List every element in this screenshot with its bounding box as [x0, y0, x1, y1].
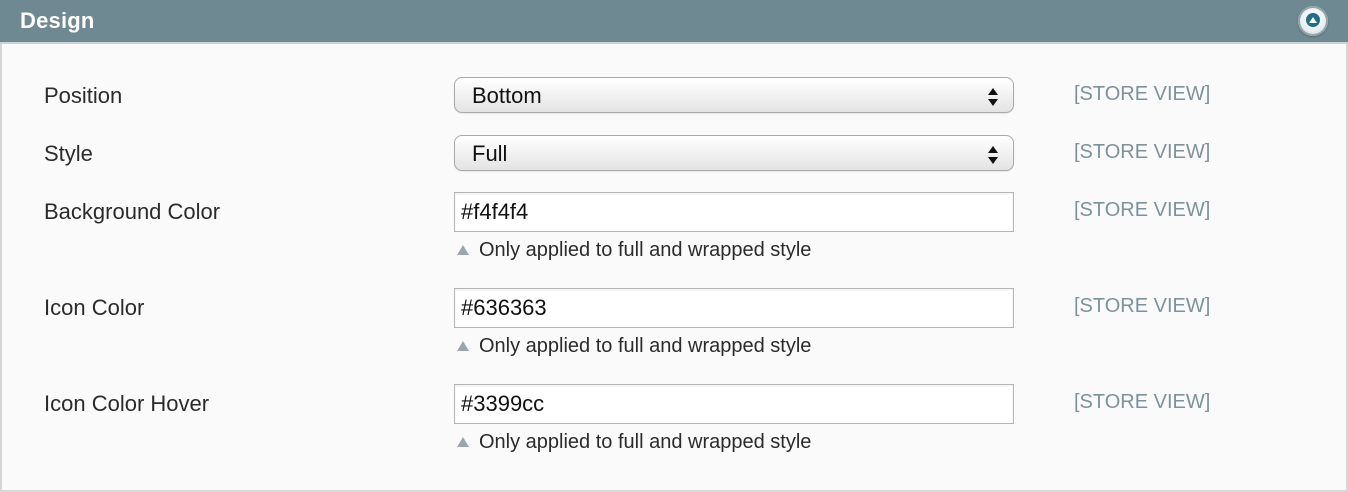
collapse-button[interactable] [1298, 6, 1328, 36]
note-triangle-icon [457, 437, 469, 447]
icon-color-hover-scope: [STORE VIEW] [1074, 391, 1211, 413]
icon-color-input[interactable] [454, 288, 1014, 328]
background-color-note: Only applied to full and wrapped style [457, 239, 811, 262]
note-triangle-icon [457, 245, 469, 255]
style-select-value: Full [472, 141, 508, 166]
collapse-up-icon [1306, 13, 1320, 27]
background-color-note-text: Only applied to full and wrapped style [479, 239, 812, 261]
icon-color-hover-note-text: Only applied to full and wrapped style [479, 431, 812, 453]
note-triangle-icon [457, 341, 469, 351]
icon-color-scope: [STORE VIEW] [1074, 295, 1211, 317]
position-label: Position [44, 83, 123, 108]
style-scope: [STORE VIEW] [1074, 141, 1211, 163]
icon-color-hover-note: Only applied to full and wrapped style [457, 431, 811, 454]
panel-header[interactable]: Design [0, 0, 1348, 44]
style-label: Style [44, 141, 93, 166]
icon-color-note-text: Only applied to full and wrapped style [479, 335, 812, 357]
icon-color-note: Only applied to full and wrapped style [457, 335, 811, 358]
background-color-input[interactable] [454, 192, 1014, 232]
icon-color-hover-input[interactable] [454, 384, 1014, 424]
background-color-scope: [STORE VIEW] [1074, 199, 1211, 221]
updown-arrows-icon [987, 87, 999, 112]
section-title: Design [20, 8, 95, 33]
style-select[interactable]: Full [454, 135, 1014, 171]
position-scope: [STORE VIEW] [1074, 83, 1211, 105]
background-color-label: Background Color [44, 199, 221, 224]
updown-arrows-icon [987, 145, 999, 170]
position-select-value: Bottom [472, 83, 542, 108]
design-panel: Design Position Bottom [STORE VIEW] Styl… [0, 0, 1348, 492]
icon-color-label: Icon Color [44, 295, 145, 320]
icon-color-hover-label: Icon Color Hover [44, 391, 210, 416]
position-select[interactable]: Bottom [454, 77, 1014, 113]
